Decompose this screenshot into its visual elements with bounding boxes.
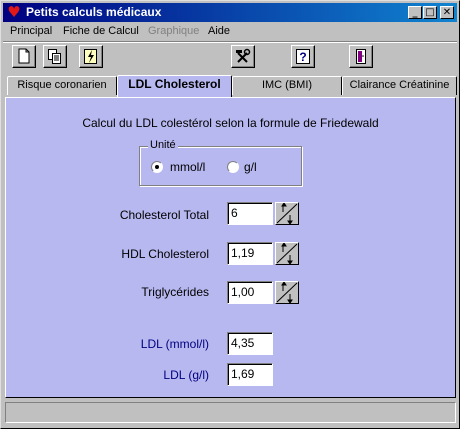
menu-graphique: Graphique	[148, 25, 200, 37]
ldl-mmol-output: 4,35	[227, 332, 273, 355]
new-button[interactable]	[12, 45, 36, 68]
panel-caption: Calcul du LDL colestérol selon la formul…	[82, 116, 379, 130]
exit-button[interactable]	[349, 45, 373, 68]
cholesterol-total-input[interactable]: 6	[227, 202, 273, 225]
spinner-arrows-icon	[276, 243, 298, 264]
maximize-button[interactable]: □	[423, 6, 437, 19]
tab-risque-coronarien[interactable]: Risque coronarien	[7, 76, 117, 95]
triglycerides-spinner[interactable]	[275, 281, 299, 304]
heart-icon: ♥	[7, 3, 21, 21]
radio-selected-dot	[155, 165, 159, 169]
ldl-mmol-label: LDL (mmol/l)	[140, 337, 209, 351]
unit-group-label: Unité	[148, 139, 178, 151]
minimize-button[interactable]: _	[408, 6, 422, 19]
menu-principal[interactable]: Principal	[10, 25, 52, 37]
cholesterol-total-label: Cholesterol Total	[119, 208, 209, 222]
help-glyph: ?	[299, 50, 306, 64]
ldl-panel: Calcul du LDL colestérol selon la formul…	[5, 97, 456, 398]
radio-gl[interactable]	[227, 161, 239, 173]
help-button[interactable]: ?	[291, 45, 315, 68]
menu-aide[interactable]: Aide	[208, 25, 230, 37]
tools-icon	[236, 48, 251, 63]
window-title: Petits calculs médicaux	[26, 5, 162, 19]
spinner-arrows-icon	[276, 282, 298, 303]
calculate-button[interactable]	[79, 45, 103, 68]
exit-door-icon	[356, 49, 366, 64]
unit-groupbox: Unité mmol/l g/l	[139, 139, 302, 186]
ldl-gl-label: LDL (g/l)	[163, 368, 209, 382]
radio-mmol[interactable]	[151, 161, 163, 173]
menu-bar: Principal Fiche de Calcul Graphique Aide	[3, 23, 457, 41]
tab-ldl-cholesterol[interactable]: LDL Cholesterol	[117, 75, 232, 97]
triglycerides-input[interactable]: 1,00	[227, 281, 273, 304]
close-button[interactable]: ✕	[440, 6, 454, 19]
copy-button[interactable]	[43, 45, 67, 68]
tab-imc-bmi[interactable]: IMC (BMI)	[232, 76, 342, 95]
hdl-cholesterol-input[interactable]: 1,19	[227, 242, 273, 265]
copy-icon	[48, 49, 61, 64]
lightning-icon	[84, 49, 97, 64]
spinner-arrows-icon	[276, 203, 298, 224]
cholesterol-total-spinner[interactable]	[275, 202, 299, 225]
app-window: ♥ Petits calculs médicaux _ □ ✕ Principa…	[0, 0, 460, 429]
hdl-cholesterol-label: HDL Cholesterol	[121, 247, 209, 261]
tab-clairance-creatinine[interactable]: Clairance Créatinine	[342, 76, 457, 95]
toolbar-separator	[3, 41, 457, 43]
status-bar	[5, 402, 456, 423]
title-bar[interactable]: ♥ Petits calculs médicaux _ □ ✕	[3, 3, 457, 22]
tools-button[interactable]	[231, 45, 255, 68]
help-icon: ?	[296, 49, 310, 64]
radio-mmol-label[interactable]: mmol/l	[170, 160, 205, 174]
hdl-cholesterol-spinner[interactable]	[275, 242, 299, 265]
new-document-icon	[18, 48, 30, 64]
radio-gl-label[interactable]: g/l	[244, 160, 257, 174]
ldl-gl-output: 1,69	[227, 363, 273, 386]
menu-fiche-de-calcul[interactable]: Fiche de Calcul	[63, 25, 139, 37]
triglycerides-label: Triglycérides	[141, 285, 209, 299]
